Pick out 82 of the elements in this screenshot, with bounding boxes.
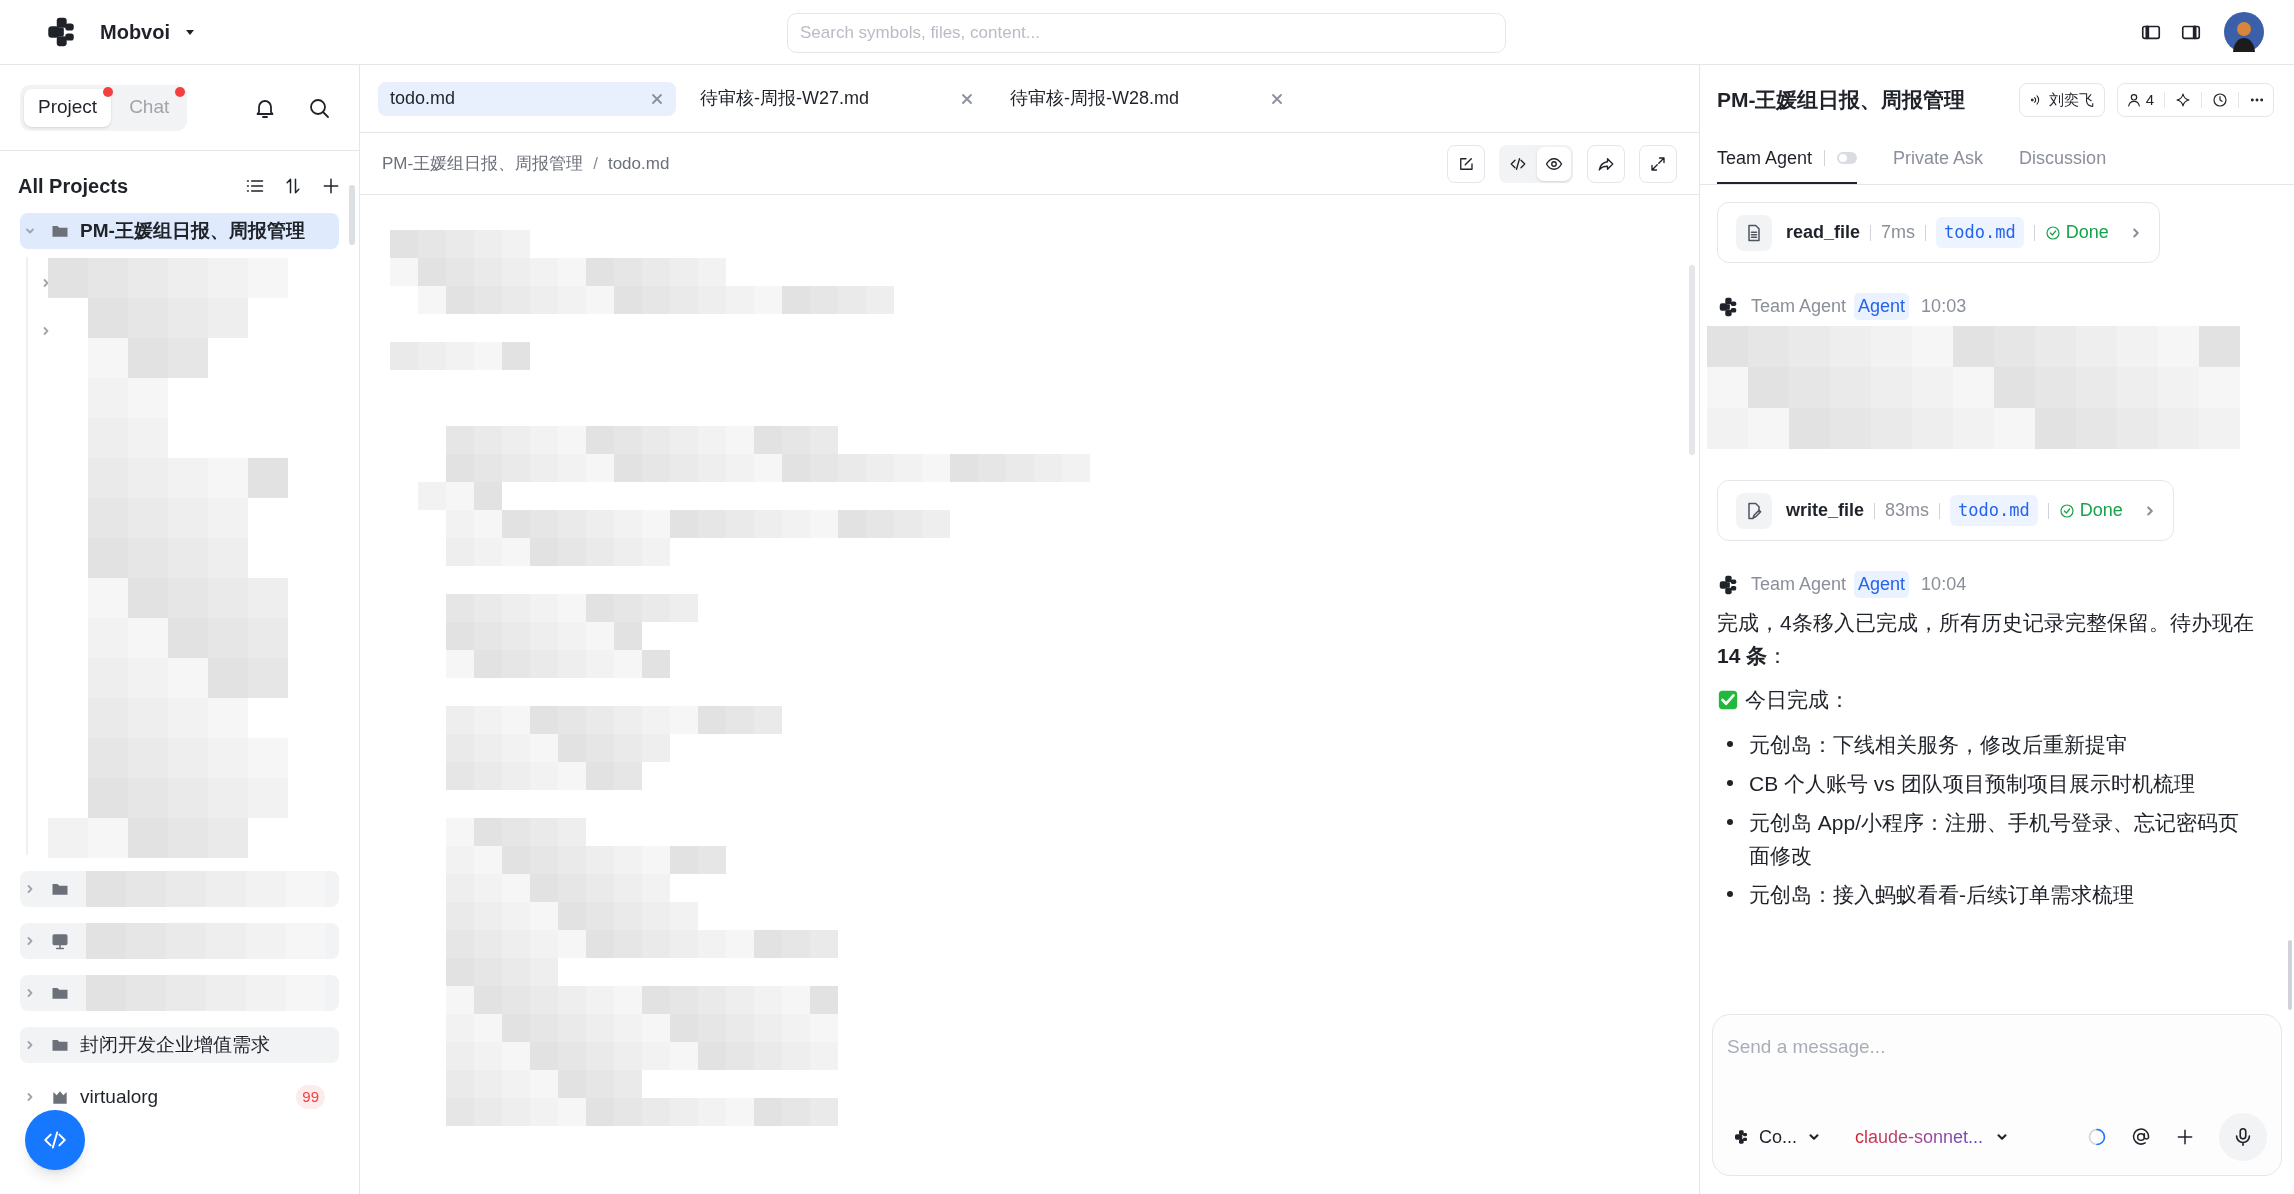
breadcrumb-separator: / [593,152,598,175]
close-icon[interactable] [1270,91,1284,106]
bullet-icon [1727,890,1733,897]
avatar[interactable] [2224,12,2264,52]
checkbox-icon [1717,688,1739,711]
share-button[interactable] [1587,144,1625,183]
agent-logo-icon [1717,573,1739,596]
scrollbar-thumb[interactable] [349,185,355,245]
microphone-button[interactable] [2219,1113,2267,1161]
agent-selector[interactable]: Co... [1727,1123,1821,1151]
bullet-icon [1727,779,1733,786]
breadcrumb-item[interactable]: PM-王媛组日报、周报管理 [382,150,584,177]
tool-call-card[interactable]: write_file 83ms todo.md Done [1717,480,2174,541]
status: Done [2044,219,2109,246]
sender-name: Team Agent [1751,295,1847,318]
project-name: virtualorg [80,1084,159,1109]
file-tab[interactable]: 待审核-周报-W28.md [998,81,1296,116]
project-name: PM-王媛组日报、周报管理 [80,218,305,243]
preview-button[interactable] [1537,146,1571,181]
agent-badge: Agent [1854,571,1910,598]
plus-icon[interactable] [2175,1127,2195,1147]
message-text: 完成，4条移入已完成，所有历史记录完整保留。待办现在 14 条： [1717,610,2255,669]
file-tab[interactable]: 待审核-周报-W27.md [688,81,986,116]
duration: 7ms [1881,221,1916,244]
scrollbar-thumb[interactable] [2288,940,2292,1010]
project-item[interactable]: PM-王媛组日报、周报管理 [20,213,339,249]
file-chip[interactable]: todo.md [1936,216,2024,249]
tool-call-card[interactable]: read_file 7ms todo.md Done [1717,202,2160,263]
count-badge: 99 [296,1084,325,1110]
mode-tab[interactable]: Project [24,88,112,127]
mention-icon[interactable] [2131,1127,2151,1147]
tab-label: 待审核-周报-W27.md [700,87,869,110]
sender-name: Team Agent [1751,573,1847,596]
breadcrumb-item[interactable]: todo.md [607,150,670,177]
duration: 83ms [1885,499,1930,522]
list-item-text: CB 个人账号 vs 团队项目预制项目展示时机梳理 [1749,770,2195,797]
list-item-text: 元创岛：接入蚂蚁看看-后续订单需求梳理 [1749,881,2134,908]
expand-button[interactable] [1639,144,1677,183]
bullet-icon [1727,818,1733,825]
section-heading: All Projects [18,174,129,199]
expand-icon [1649,154,1667,173]
tool-name: read_file [1786,221,1861,244]
monitor-icon [50,931,70,951]
check-circle-icon [2044,224,2061,241]
loading-spinner-icon [2087,1127,2107,1147]
workspace-name[interactable]: Mobvoi [100,17,170,47]
project-item[interactable]: virtualorg 99 [20,1079,339,1115]
members-button[interactable]: 4 [2125,88,2154,112]
edit-button[interactable] [1447,144,1485,183]
panel-tab[interactable]: Team Agent [1717,134,1858,184]
person-icon [2125,92,2142,108]
agent-toggle[interactable] [1837,152,1858,164]
agent-badge: Agent [1854,293,1910,320]
bullet-icon [1727,740,1733,747]
tab-label: 待审核-周报-W28.md [1010,87,1179,110]
message-time: 10:04 [1921,573,1967,596]
clock-icon[interactable] [2212,92,2228,108]
section-title: 今日完成： [1745,687,1850,713]
sparkle-icon[interactable] [2175,92,2191,108]
message-time: 10:03 [1921,295,1967,318]
panel-title: PM-王媛组日报、周报管理 [1717,87,1966,114]
owner-button[interactable]: 刘奕飞 [2018,83,2105,117]
project-item[interactable]: 封闭开发企业增值需求 [20,1027,339,1063]
search-field[interactable]: Search symbols, files, content... [787,13,1506,53]
close-icon[interactable] [960,91,974,106]
status: Done [2058,497,2123,524]
plus-icon[interactable] [321,176,341,196]
code-button[interactable] [25,1110,85,1170]
close-icon[interactable] [650,91,664,106]
scrollbar-thumb[interactable] [1689,265,1695,455]
project-name: 封闭开发企业增值需求 [80,1032,270,1057]
tool-name: write_file [1786,499,1865,522]
list-item-text: 元创岛：下线相关服务，修改后重新提审 [1749,731,2127,758]
list-item-text: 元创岛 App/小程序：注册、手机号登录、忘记密码页面修改 [1749,809,2241,869]
file-chip[interactable]: todo.md [1950,494,2038,527]
message-input[interactable]: Send a message... [1727,1033,2267,1062]
tab-label: todo.md [390,87,456,110]
agent-logo-icon [1717,295,1739,318]
check-circle-icon [2058,502,2075,519]
agent-logo-icon [1733,1129,1749,1145]
file-tab[interactable]: todo.md [378,81,676,116]
sort-icon[interactable] [283,176,303,196]
